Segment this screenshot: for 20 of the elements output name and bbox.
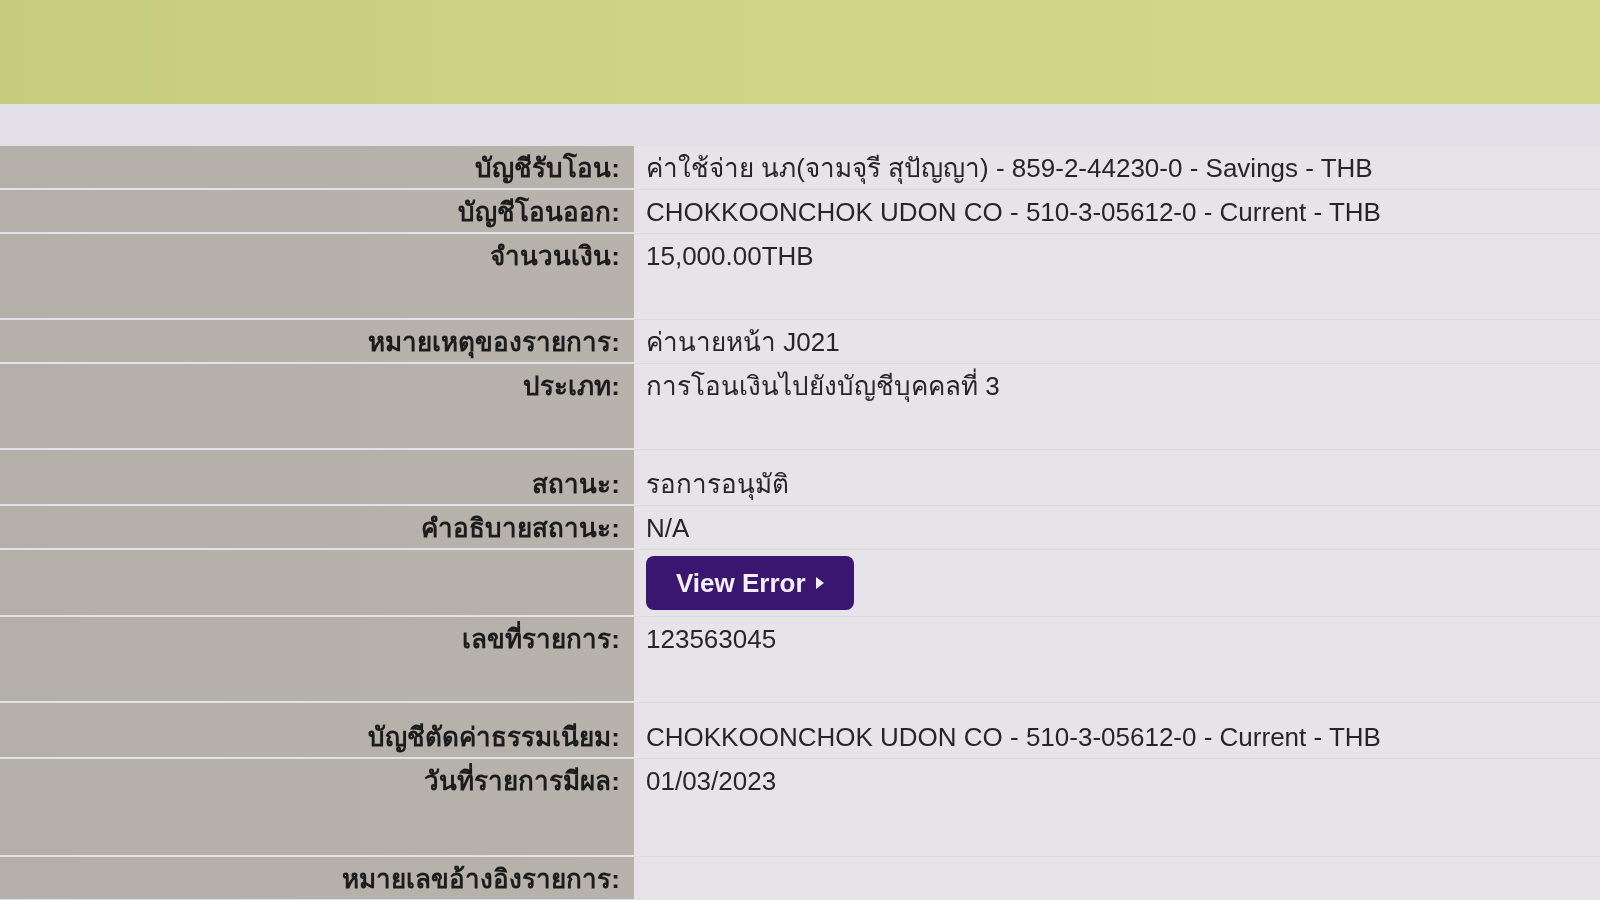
field-label: หมายเหตุของรายการ: (368, 327, 620, 357)
field-label: หมายเลขอ้างอิงรายการ: (342, 864, 620, 894)
field-value: 123563045 (646, 624, 777, 654)
field-label: บัญชีรับโอน: (475, 153, 620, 183)
field-value: ค่าใช้จ่าย นภ(จามจุรี สุปัญญา) - 859-2-44230-0 - Savings - THB (646, 153, 1373, 183)
field-label: ประเภท: (523, 371, 620, 401)
field-value: CHOKKOONCHOK UDON CO - 510-3-05612-0 - Current - THB (646, 722, 1381, 752)
field-value: N/A (646, 513, 690, 543)
field-value: ค่านายหน้า J021 (646, 327, 840, 357)
view-error-button[interactable]: View Error (646, 556, 854, 610)
field-value: 15,000.00THB (646, 241, 814, 271)
field-label: สถานะ: (532, 469, 620, 499)
field-value: รอการอนุมัติ (646, 469, 789, 499)
field-label: บัญชีโอนออก: (458, 197, 620, 227)
field-label: บัญชีตัดค่าธรรมเนียม: (368, 722, 620, 752)
caret-icon (815, 577, 824, 589)
field-label: จำนวนเงิน: (490, 241, 620, 271)
field-value: 01/03/2023 (646, 766, 777, 796)
field-value: CHOKKOONCHOK UDON CO - 510-3-05612-0 - Current - THB (646, 197, 1381, 227)
field-label: คำอธิบายสถานะ: (421, 513, 620, 543)
